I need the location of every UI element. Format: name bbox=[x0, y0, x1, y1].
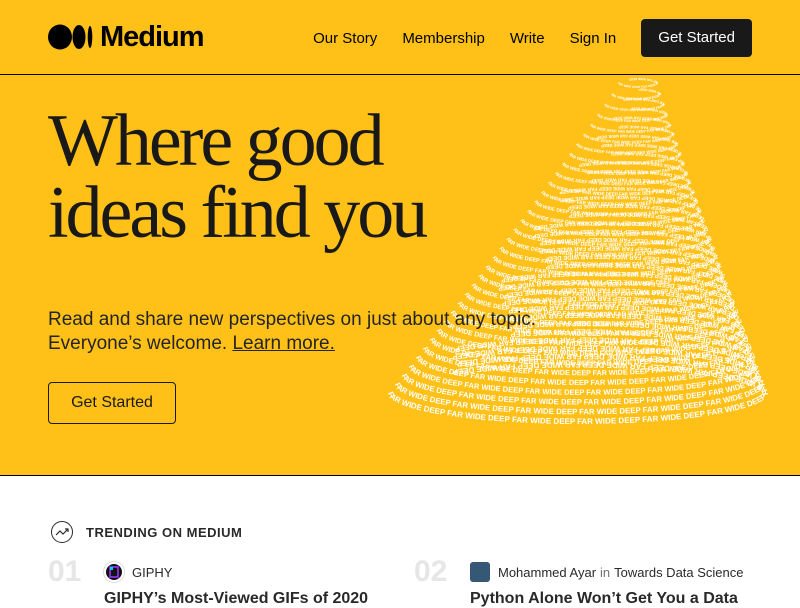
author-avatar[interactable] bbox=[470, 562, 490, 582]
hero-headline: Where good ideas find you bbox=[48, 104, 518, 250]
trending-meta: GIPHY bbox=[104, 562, 172, 582]
trending-meta: Mohammed Ayar in Towards Data Science bbox=[470, 562, 744, 582]
giphy-avatar-icon[interactable] bbox=[104, 562, 124, 582]
hero-section: FAR WIDE DEEP FAR WIDE DEEP FAR WIDE DEE… bbox=[0, 75, 800, 476]
nav-our-story[interactable]: Our Story bbox=[313, 30, 377, 47]
trending-in-label: in bbox=[600, 564, 611, 580]
top-nav: Our Story Membership Write Sign In Get S… bbox=[313, 19, 752, 57]
hero-subtext: Read and share new perspectives on just … bbox=[48, 308, 608, 356]
header-get-started-button[interactable]: Get Started bbox=[641, 19, 752, 57]
trending-publication[interactable]: Towards Data Science bbox=[614, 565, 743, 580]
nav-write[interactable]: Write bbox=[510, 30, 545, 47]
headline-line-2: ideas find you bbox=[48, 172, 428, 254]
nav-membership[interactable]: Membership bbox=[402, 30, 485, 47]
medium-logo-icon bbox=[48, 24, 93, 50]
trending-title-text[interactable]: Python Alone Won’t Get You a Data bbox=[470, 590, 770, 608]
learn-more-link[interactable]: Learn more. bbox=[232, 333, 334, 354]
trending-number: 01 bbox=[48, 555, 82, 588]
headline-line-1: Where good bbox=[48, 100, 385, 182]
hero-get-started-button[interactable]: Get Started bbox=[48, 382, 176, 424]
trending-author[interactable]: GIPHY bbox=[132, 565, 172, 580]
trending-title-text[interactable]: GIPHY’s Most-Viewed GIFs of 2020 bbox=[104, 590, 404, 608]
site-header: Medium Our Story Membership Write Sign I… bbox=[0, 0, 800, 75]
trending-icon bbox=[51, 521, 73, 543]
medium-logo[interactable]: Medium bbox=[48, 21, 205, 53]
trending-header: TRENDING ON MEDIUM bbox=[50, 520, 242, 544]
trending-number: 02 bbox=[414, 555, 448, 588]
brand-name: Medium bbox=[100, 20, 205, 53]
spiral-text-ring: FAR WIDE DEEP FAR WIDE DEEP FAR WIDE DEE… bbox=[617, 77, 660, 89]
trending-author[interactable]: Mohammed Ayar bbox=[498, 565, 596, 580]
trending-title: TRENDING ON MEDIUM bbox=[86, 524, 243, 540]
nav-sign-in[interactable]: Sign In bbox=[570, 30, 617, 47]
